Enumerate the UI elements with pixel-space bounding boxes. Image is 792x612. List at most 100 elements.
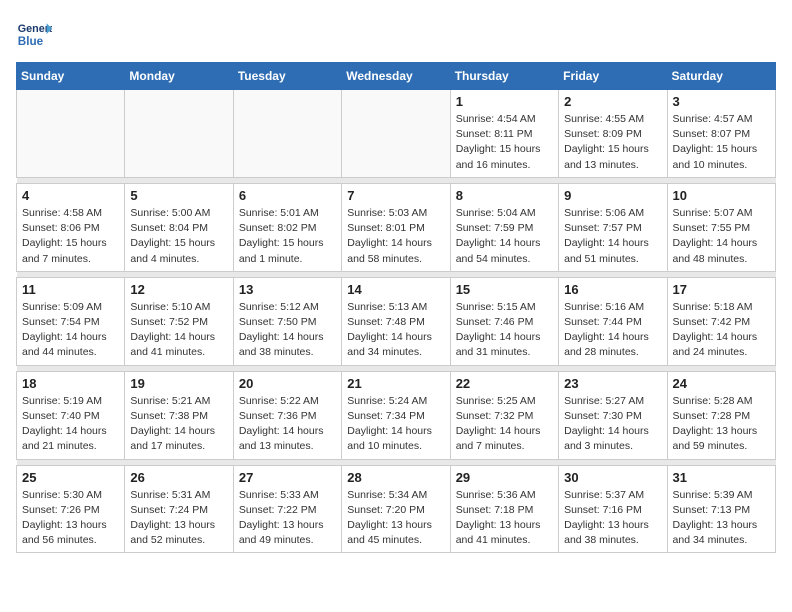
column-header-thursday: Thursday xyxy=(450,63,558,90)
calendar-cell: 18Sunrise: 5:19 AM Sunset: 7:40 PM Dayli… xyxy=(17,371,125,459)
calendar-cell: 21 Sunrise: 5:24 AM Sunset: 7:34 PM Dayli… xyxy=(342,371,450,459)
day-number: 25 xyxy=(22,470,119,485)
calendar-cell: 28 Sunrise: 5:34 AM Sunset: 7:20 PM Dayli… xyxy=(342,465,450,553)
calendar-cell: 9Sunrise: 5:06 AM Sunset: 7:57 PM Daylig… xyxy=(559,183,667,271)
calendar-cell: 10Sunrise: 5:07 AM Sunset: 7:55 PM Dayli… xyxy=(667,183,775,271)
day-info: Sunrise: 5:16 AM Sunset: 7:44 PM Dayligh… xyxy=(564,300,661,361)
calendar-cell xyxy=(342,90,450,178)
day-number: 6 xyxy=(239,188,336,203)
calendar-cell: 29 Sunrise: 5:36 AM Sunset: 7:18 PM Dayli… xyxy=(450,465,558,553)
page-header: General Blue xyxy=(16,16,776,52)
day-info: Sunrise: 5:18 AM Sunset: 7:42 PM Dayligh… xyxy=(673,300,770,361)
day-info: Sunrise: 4:55 AM Sunset: 8:09 PM Dayligh… xyxy=(564,112,661,173)
calendar-cell: 13 Sunrise: 5:12 AM Sunset: 7:50 PM Dayli… xyxy=(233,277,341,365)
column-header-wednesday: Wednesday xyxy=(342,63,450,90)
calendar-cell: 27 Sunrise: 5:33 AM Sunset: 7:22 PM Dayli… xyxy=(233,465,341,553)
column-header-monday: Monday xyxy=(125,63,233,90)
calendar-cell: 12 Sunrise: 5:10 AM Sunset: 7:52 PM Dayli… xyxy=(125,277,233,365)
day-number: 1 xyxy=(456,94,553,109)
day-number: 26 xyxy=(130,470,227,485)
day-info: Sunrise: 4:54 AM Sunset: 8:11 PM Dayligh… xyxy=(456,112,553,173)
day-info: Sunrise: 5:25 AM Sunset: 7:32 PM Dayligh… xyxy=(456,394,553,455)
calendar-week-row: 1 Sunrise: 4:54 AM Sunset: 8:11 PM Daylig… xyxy=(17,90,776,178)
day-info: Sunrise: 5:31 AM Sunset: 7:24 PM Dayligh… xyxy=(130,488,227,549)
day-info: Sunrise: 5:15 AM Sunset: 7:46 PM Dayligh… xyxy=(456,300,553,361)
calendar-cell: 17 Sunrise: 5:18 AM Sunset: 7:42 PM Dayli… xyxy=(667,277,775,365)
day-number: 7 xyxy=(347,188,444,203)
calendar-table: SundayMondayTuesdayWednesdayThursdayFrid… xyxy=(16,62,776,553)
calendar-week-row: 18Sunrise: 5:19 AM Sunset: 7:40 PM Dayli… xyxy=(17,371,776,459)
day-number: 22 xyxy=(456,376,553,391)
day-number: 8 xyxy=(456,188,553,203)
calendar-cell: 20 Sunrise: 5:22 AM Sunset: 7:36 PM Dayli… xyxy=(233,371,341,459)
calendar-cell: 3Sunrise: 4:57 AM Sunset: 8:07 PM Daylig… xyxy=(667,90,775,178)
calendar-cell: 16 Sunrise: 5:16 AM Sunset: 7:44 PM Dayli… xyxy=(559,277,667,365)
calendar-cell: 23Sunrise: 5:27 AM Sunset: 7:30 PM Dayli… xyxy=(559,371,667,459)
column-header-tuesday: Tuesday xyxy=(233,63,341,90)
day-number: 2 xyxy=(564,94,661,109)
day-info: Sunrise: 5:00 AM Sunset: 8:04 PM Dayligh… xyxy=(130,206,227,267)
calendar-cell: 30 Sunrise: 5:37 AM Sunset: 7:16 PM Dayli… xyxy=(559,465,667,553)
day-number: 11 xyxy=(22,282,119,297)
calendar-cell xyxy=(233,90,341,178)
calendar-cell: 8 Sunrise: 5:04 AM Sunset: 7:59 PM Daylig… xyxy=(450,183,558,271)
calendar-cell: 6 Sunrise: 5:01 AM Sunset: 8:02 PM Daylig… xyxy=(233,183,341,271)
day-info: Sunrise: 5:10 AM Sunset: 7:52 PM Dayligh… xyxy=(130,300,227,361)
calendar-header-row: SundayMondayTuesdayWednesdayThursdayFrid… xyxy=(17,63,776,90)
day-info: Sunrise: 5:33 AM Sunset: 7:22 PM Dayligh… xyxy=(239,488,336,549)
day-number: 16 xyxy=(564,282,661,297)
calendar-cell: 25 Sunrise: 5:30 AM Sunset: 7:26 PM Dayli… xyxy=(17,465,125,553)
day-info: Sunrise: 5:24 AM Sunset: 7:34 PM Dayligh… xyxy=(347,394,444,455)
day-number: 9 xyxy=(564,188,661,203)
day-info: Sunrise: 5:27 AM Sunset: 7:30 PM Dayligh… xyxy=(564,394,661,455)
day-number: 19 xyxy=(130,376,227,391)
day-info: Sunrise: 5:28 AM Sunset: 7:28 PM Dayligh… xyxy=(673,394,770,455)
day-number: 13 xyxy=(239,282,336,297)
day-number: 27 xyxy=(239,470,336,485)
calendar-cell: 5 Sunrise: 5:00 AM Sunset: 8:04 PM Daylig… xyxy=(125,183,233,271)
day-number: 29 xyxy=(456,470,553,485)
calendar-week-row: 4 Sunrise: 4:58 AM Sunset: 8:06 PM Daylig… xyxy=(17,183,776,271)
column-header-saturday: Saturday xyxy=(667,63,775,90)
day-number: 30 xyxy=(564,470,661,485)
day-number: 28 xyxy=(347,470,444,485)
calendar-cell: 7Sunrise: 5:03 AM Sunset: 8:01 PM Daylig… xyxy=(342,183,450,271)
day-info: Sunrise: 5:13 AM Sunset: 7:48 PM Dayligh… xyxy=(347,300,444,361)
day-number: 17 xyxy=(673,282,770,297)
day-number: 18 xyxy=(22,376,119,391)
day-number: 10 xyxy=(673,188,770,203)
day-info: Sunrise: 5:22 AM Sunset: 7:36 PM Dayligh… xyxy=(239,394,336,455)
day-number: 20 xyxy=(239,376,336,391)
day-info: Sunrise: 5:04 AM Sunset: 7:59 PM Dayligh… xyxy=(456,206,553,267)
day-info: Sunrise: 5:36 AM Sunset: 7:18 PM Dayligh… xyxy=(456,488,553,549)
calendar-week-row: 11 Sunrise: 5:09 AM Sunset: 7:54 PM Dayli… xyxy=(17,277,776,365)
column-header-sunday: Sunday xyxy=(17,63,125,90)
day-number: 5 xyxy=(130,188,227,203)
day-info: Sunrise: 5:01 AM Sunset: 8:02 PM Dayligh… xyxy=(239,206,336,267)
day-info: Sunrise: 5:09 AM Sunset: 7:54 PM Dayligh… xyxy=(22,300,119,361)
calendar-cell: 19 Sunrise: 5:21 AM Sunset: 7:38 PM Dayli… xyxy=(125,371,233,459)
day-info: Sunrise: 5:39 AM Sunset: 7:13 PM Dayligh… xyxy=(673,488,770,549)
svg-text:Blue: Blue xyxy=(18,35,44,48)
day-number: 4 xyxy=(22,188,119,203)
calendar-cell: 1 Sunrise: 4:54 AM Sunset: 8:11 PM Daylig… xyxy=(450,90,558,178)
day-number: 15 xyxy=(456,282,553,297)
day-info: Sunrise: 5:12 AM Sunset: 7:50 PM Dayligh… xyxy=(239,300,336,361)
day-number: 12 xyxy=(130,282,227,297)
calendar-cell: 14 Sunrise: 5:13 AM Sunset: 7:48 PM Dayli… xyxy=(342,277,450,365)
calendar-cell xyxy=(17,90,125,178)
day-number: 14 xyxy=(347,282,444,297)
day-info: Sunrise: 5:21 AM Sunset: 7:38 PM Dayligh… xyxy=(130,394,227,455)
day-number: 31 xyxy=(673,470,770,485)
calendar-cell: 26 Sunrise: 5:31 AM Sunset: 7:24 PM Dayli… xyxy=(125,465,233,553)
day-info: Sunrise: 4:57 AM Sunset: 8:07 PM Dayligh… xyxy=(673,112,770,173)
day-info: Sunrise: 5:30 AM Sunset: 7:26 PM Dayligh… xyxy=(22,488,119,549)
day-info: Sunrise: 5:34 AM Sunset: 7:20 PM Dayligh… xyxy=(347,488,444,549)
calendar-cell: 4 Sunrise: 4:58 AM Sunset: 8:06 PM Daylig… xyxy=(17,183,125,271)
calendar-cell: 15 Sunrise: 5:15 AM Sunset: 7:46 PM Dayli… xyxy=(450,277,558,365)
logo: General Blue xyxy=(16,16,52,52)
calendar-cell: 2 Sunrise: 4:55 AM Sunset: 8:09 PM Daylig… xyxy=(559,90,667,178)
day-info: Sunrise: 5:37 AM Sunset: 7:16 PM Dayligh… xyxy=(564,488,661,549)
day-number: 21 xyxy=(347,376,444,391)
day-info: Sunrise: 4:58 AM Sunset: 8:06 PM Dayligh… xyxy=(22,206,119,267)
